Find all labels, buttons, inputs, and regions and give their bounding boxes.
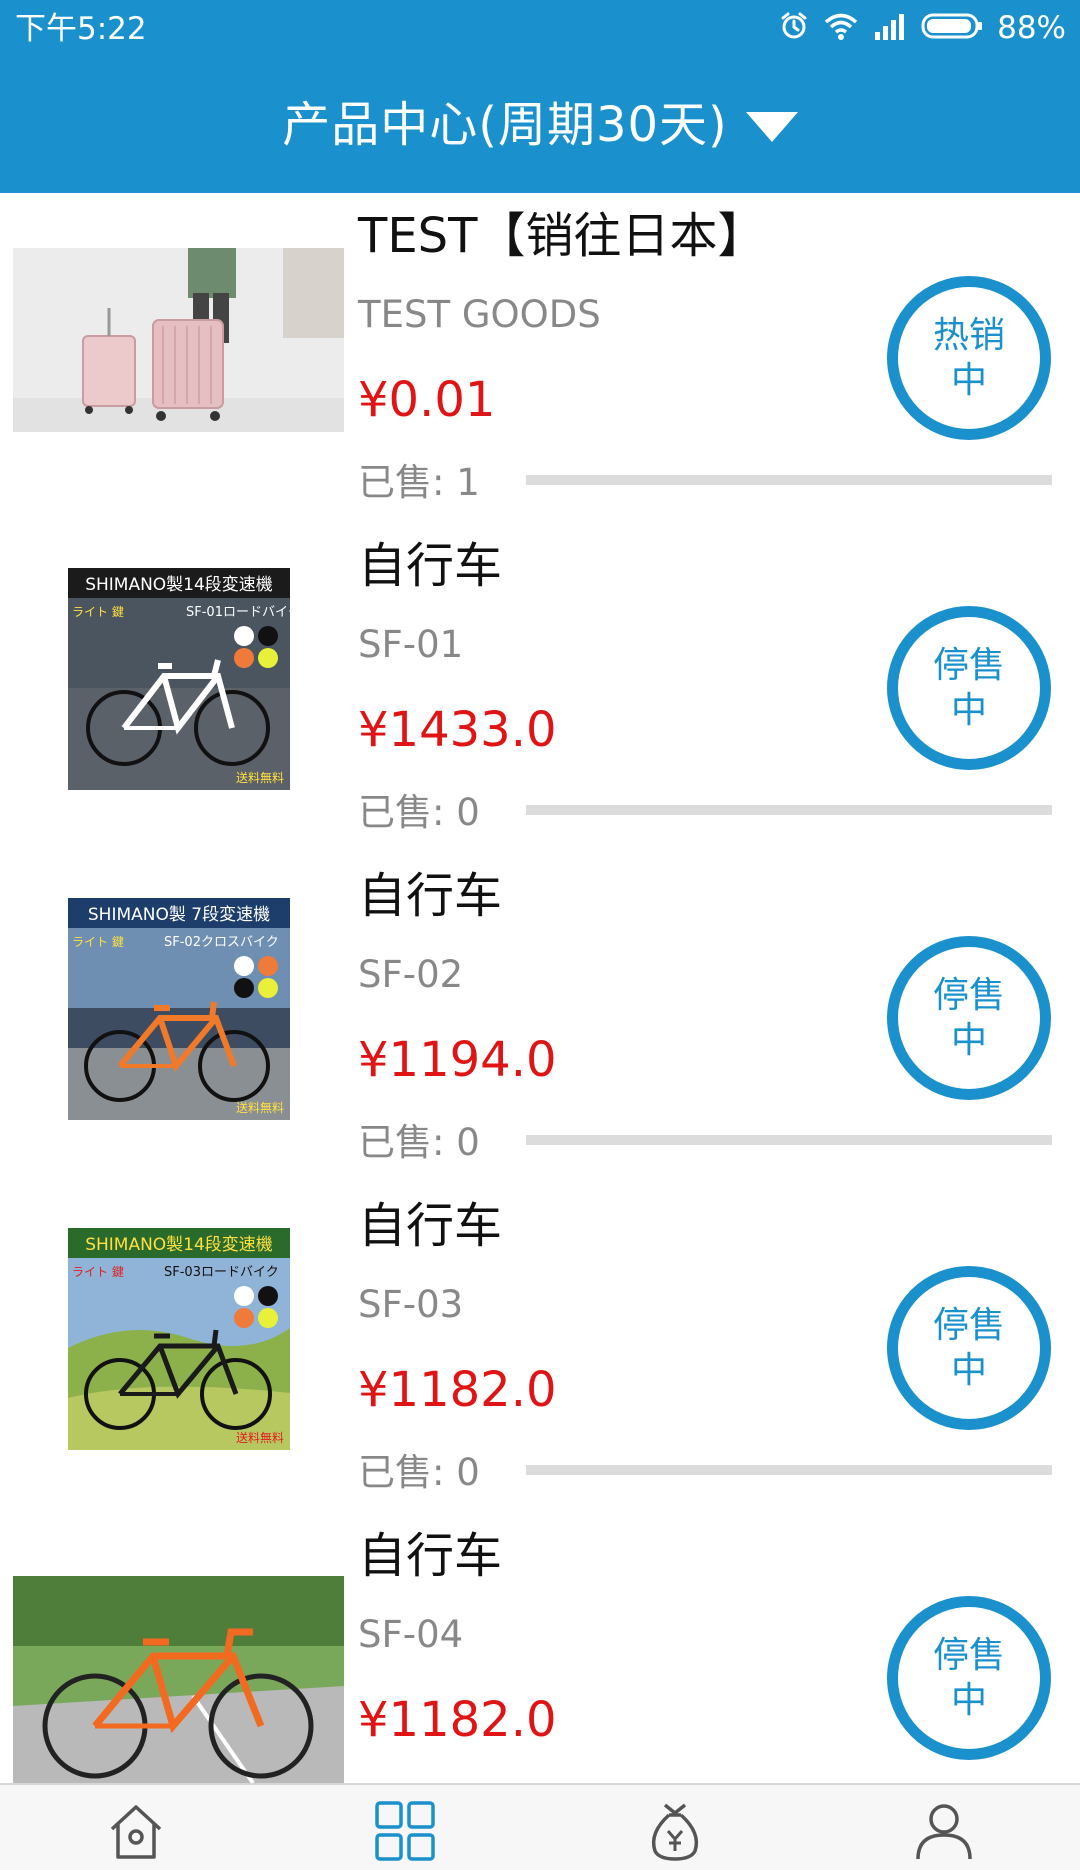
user-icon — [916, 1804, 972, 1860]
image-caption-top: SHIMANO製14段変速機 — [85, 1235, 273, 1255]
product-item[interactable]: SHIMANO製14段変速機 SF-01ロードバイク ライト 鍵 送料無料 自行… — [0, 523, 1080, 853]
status-badge-label: 停售中 — [932, 645, 1005, 731]
product-image-bicycle-sf03: SHIMANO製14段変速機 SF-03ロードバイク ライト 鍵 送料無料 — [68, 1228, 290, 1450]
product-name: 自行车 — [358, 868, 503, 924]
image-caption-left: ライト 鍵 — [72, 604, 124, 619]
product-price: ¥1433.0 — [358, 702, 557, 758]
status-badge-label: 停售中 — [932, 975, 1005, 1061]
tab-products[interactable] — [365, 1795, 445, 1867]
battery-icon — [921, 12, 983, 44]
product-sold-count: 已售: 0 — [358, 1451, 480, 1494]
sales-progress-bar — [526, 475, 1052, 485]
status-badge-label: 热销中 — [932, 315, 1005, 401]
product-sold-count: 已售: 0 — [358, 1121, 480, 1164]
status-badge-label: 停售中 — [932, 1635, 1005, 1721]
sales-progress-bar — [526, 805, 1052, 815]
wifi-icon — [823, 11, 859, 45]
product-code: SF-01 — [358, 623, 464, 666]
status-bar: 下午5:22 88% — [0, 0, 1080, 57]
battery-percent: 88% — [997, 10, 1066, 46]
product-sold-count: 已售: 0 — [358, 791, 480, 834]
status-badge[interactable]: 停售中 — [887, 1596, 1051, 1760]
period-selector[interactable]: 产品中心(周期30天) — [0, 57, 1080, 193]
page-title: 产品中心(周期30天) — [282, 97, 728, 153]
product-name: 自行车 — [358, 1528, 503, 1584]
app-header: 产品中心(周期30天) — [0, 57, 1080, 193]
alarm-icon — [779, 11, 809, 45]
product-name: 自行车 — [358, 538, 503, 594]
image-caption-sub: SF-01ロードバイク — [186, 605, 290, 620]
status-badge[interactable]: 停售中 — [887, 606, 1051, 770]
product-image-bicycle-sf01: SHIMANO製14段変速機 SF-01ロードバイク ライト 鍵 送料無料 — [68, 568, 290, 790]
image-caption-top: SHIMANO製14段変速機 — [85, 575, 273, 595]
product-code: TEST GOODS — [358, 293, 601, 336]
image-caption-bottom: 送料無料 — [236, 1430, 284, 1445]
image-caption-bottom: 送料無料 — [236, 770, 284, 785]
product-code: SF-04 — [358, 1613, 464, 1656]
bottom-tab-bar — [0, 1783, 1080, 1870]
product-item[interactable]: SHIMANO製14段変速機 SF-03ロードバイク ライト 鍵 送料無料 自行… — [0, 1183, 1080, 1513]
product-price: ¥0.01 — [358, 372, 496, 428]
grid-icon — [375, 1801, 435, 1861]
tab-earnings[interactable] — [635, 1795, 715, 1867]
product-image-luggage — [13, 248, 344, 432]
tab-profile[interactable] — [904, 1795, 984, 1867]
dropdown-caret-icon — [745, 112, 798, 142]
product-price: ¥1182.0 — [358, 1362, 557, 1418]
product-price: ¥1182.0 — [358, 1692, 557, 1748]
product-item[interactable]: 自行车 SF-04 ¥1182.0 停售中 — [0, 1513, 1080, 1783]
status-badge[interactable]: 热销中 — [887, 276, 1051, 440]
status-badge[interactable]: 停售中 — [887, 1266, 1051, 1430]
product-image-bicycle-sf02: SHIMANO製 7段変速機 SF-02クロスバイク ライト 鍵 送料無料 — [68, 898, 290, 1120]
sales-progress-bar — [526, 1465, 1052, 1475]
sales-progress-bar — [526, 1135, 1052, 1145]
product-code: SF-02 — [358, 953, 464, 996]
product-image-bicycle-sf04 — [13, 1576, 344, 1783]
image-caption-top: SHIMANO製 7段変速機 — [88, 905, 270, 925]
image-caption-sub: SF-03ロードバイク — [164, 1265, 279, 1280]
status-time: 下午5:22 — [15, 11, 147, 47]
status-badge[interactable]: 停售中 — [887, 936, 1051, 1100]
product-name: 自行车 — [358, 1198, 503, 1254]
product-list[interactable]: TEST【销往日本】 TEST GOODS ¥0.01 已售: 1 热销中 SH… — [0, 193, 1080, 1783]
home-icon — [110, 1805, 162, 1859]
image-caption-left: ライト 鍵 — [72, 1264, 124, 1279]
image-caption-bottom: 送料無料 — [236, 1100, 284, 1115]
image-caption-left: ライト 鍵 — [72, 934, 124, 949]
product-item[interactable]: SHIMANO製 7段変速機 SF-02クロスバイク ライト 鍵 送料無料 自行… — [0, 853, 1080, 1183]
product-sold-count: 已售: 1 — [358, 461, 480, 504]
product-item[interactable]: TEST【销往日本】 TEST GOODS ¥0.01 已售: 1 热销中 — [0, 193, 1080, 523]
tab-home[interactable] — [96, 1795, 176, 1867]
status-badge-label: 停售中 — [932, 1305, 1005, 1391]
signal-icon — [873, 12, 907, 44]
money-bag-icon — [651, 1803, 699, 1861]
product-name: TEST【销往日本】 — [358, 208, 766, 264]
product-price: ¥1194.0 — [358, 1032, 557, 1088]
product-code: SF-03 — [358, 1283, 464, 1326]
image-caption-sub: SF-02クロスバイク — [164, 935, 279, 950]
app-screen: 下午5:22 88% 产品中心(周期30天) TEST【销往日本】 TEST G… — [0, 0, 1080, 1870]
status-icons: 88% — [779, 8, 1066, 48]
